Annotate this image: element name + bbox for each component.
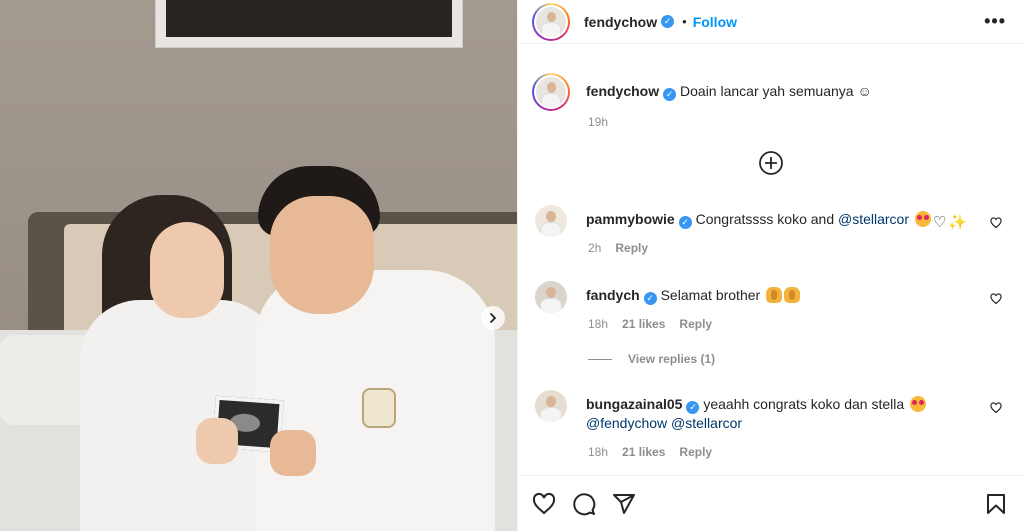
reply-button[interactable]: Reply bbox=[615, 241, 648, 255]
heart-icon[interactable] bbox=[532, 492, 556, 516]
heart-eyes-emoji bbox=[910, 396, 927, 412]
like-comment-icon[interactable] bbox=[990, 217, 1002, 229]
wall-frame bbox=[155, 0, 463, 48]
comment-username[interactable]: pammybowie bbox=[586, 211, 675, 227]
white-heart-emoji: ♡ bbox=[932, 214, 947, 231]
verified-icon: ✓ bbox=[678, 216, 692, 229]
hand bbox=[196, 418, 238, 464]
post-actions bbox=[518, 475, 1024, 531]
comment-text: yeaahh congrats koko dan stella bbox=[703, 396, 905, 412]
caption-text: Doain lancar yah semuanya ☺ bbox=[680, 83, 872, 99]
raised-hands-emoji bbox=[784, 287, 801, 303]
caption: fendychow ✓ Doain lancar yah semuanya ☺ 1… bbox=[532, 73, 1010, 129]
comments-list[interactable]: fendychow ✓ Doain lancar yah semuanya ☺ 1… bbox=[518, 45, 1024, 475]
bookmark-icon[interactable] bbox=[984, 492, 1008, 516]
comment-time: 18h bbox=[588, 445, 609, 459]
avatar[interactable] bbox=[535, 205, 567, 237]
comment-username[interactable]: fandych bbox=[586, 287, 640, 303]
next-photo-button[interactable] bbox=[481, 306, 505, 330]
verified-icon: ✓ bbox=[661, 15, 675, 28]
reply-button[interactable]: Reply bbox=[679, 317, 712, 331]
post-header: fendychow ✓ • Follow ••• bbox=[518, 0, 1024, 44]
separator-dot: • bbox=[682, 14, 687, 29]
share-icon[interactable] bbox=[612, 492, 636, 516]
chevron-right-icon bbox=[490, 313, 497, 323]
comment-likes[interactable]: 21 likes bbox=[622, 317, 665, 331]
more-icon[interactable]: ••• bbox=[984, 12, 1006, 30]
comment-text: Congratssss koko and bbox=[695, 211, 838, 227]
post-sidebar: fendychow ✓ • Follow ••• fendychow ✓ Doai… bbox=[517, 0, 1024, 531]
comment: pammybowie ✓ Congratssss koko and @stella… bbox=[532, 205, 1010, 255]
avatar[interactable] bbox=[535, 390, 567, 422]
verified-icon: ✓ bbox=[686, 401, 700, 414]
verified-icon: ✓ bbox=[643, 292, 657, 305]
comment-time: 2h bbox=[588, 241, 602, 255]
comment-likes[interactable]: 21 likes bbox=[622, 445, 665, 459]
divider-line bbox=[588, 358, 612, 360]
avatar[interactable] bbox=[532, 2, 570, 41]
comment: fandych ✓ Selamat brother 18h 21 likes Re… bbox=[532, 281, 1010, 331]
caption-time: 19h bbox=[588, 115, 609, 129]
post-photo[interactable] bbox=[0, 0, 517, 531]
avatar[interactable] bbox=[532, 73, 570, 111]
like-comment-icon[interactable] bbox=[990, 293, 1002, 305]
avatar[interactable] bbox=[535, 281, 567, 313]
shirt-graphic bbox=[362, 388, 396, 428]
hand bbox=[270, 430, 316, 476]
like-comment-icon[interactable] bbox=[990, 402, 1002, 414]
load-more-comments bbox=[518, 150, 1024, 176]
sparkles-emoji: ✨ bbox=[948, 214, 968, 231]
view-replies-label: View replies (1) bbox=[628, 352, 716, 366]
comment-text: Selamat brother bbox=[660, 287, 761, 303]
comment-icon[interactable] bbox=[572, 492, 596, 516]
man-face bbox=[270, 196, 374, 314]
header-username[interactable]: fendychow bbox=[584, 14, 657, 30]
caption-username[interactable]: fendychow bbox=[586, 83, 659, 99]
view-replies-button[interactable]: View replies (1) bbox=[588, 352, 715, 366]
comment-username[interactable]: bungazainal05 bbox=[586, 396, 682, 412]
follow-button[interactable]: Follow bbox=[693, 14, 737, 30]
comment: bungazainal05 ✓ yeaahh congrats koko dan … bbox=[532, 390, 1010, 459]
comment-mention[interactable]: @stellarcor bbox=[671, 415, 742, 431]
comment-mention[interactable]: @fendychow bbox=[586, 415, 667, 431]
verified-icon: ✓ bbox=[663, 88, 677, 101]
heart-eyes-emoji bbox=[914, 211, 931, 227]
woman-face bbox=[150, 222, 224, 318]
reply-button[interactable]: Reply bbox=[679, 445, 712, 459]
add-circle-icon[interactable] bbox=[758, 150, 784, 176]
raised-hands-emoji bbox=[766, 287, 783, 303]
comment-mention[interactable]: @stellarcor bbox=[838, 211, 909, 227]
comment-time: 18h bbox=[588, 317, 609, 331]
